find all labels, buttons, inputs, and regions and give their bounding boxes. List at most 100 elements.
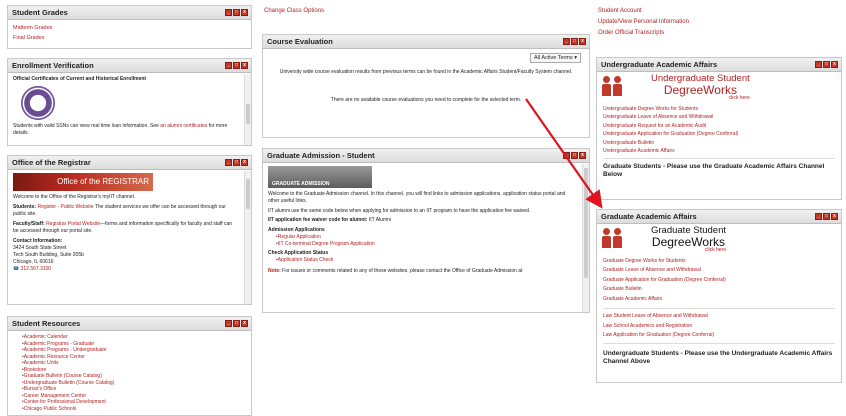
list-item[interactable]: Graduate Application for Graduation (Deg… — [603, 276, 835, 286]
status-heading: Check Application Status — [268, 250, 329, 256]
change-class-options-link[interactable]: Change Class Options — [264, 8, 324, 14]
channel-title: Graduate Academic Affairs — [601, 212, 697, 221]
channel-header: Graduate Admission - Student _ □ x — [263, 149, 589, 163]
list-item[interactable]: Law Student Leave of Absence and Withdra… — [603, 312, 835, 322]
list-item[interactable]: Graduate Academic Affairs — [603, 295, 835, 305]
channel-title: Undergraduate Academic Affairs — [601, 60, 718, 69]
scrollbar[interactable] — [244, 74, 251, 145]
channel-controls: _ □ x — [563, 38, 586, 45]
application-status-link[interactable]: Application Status Check — [276, 257, 575, 264]
minimize-icon[interactable]: _ — [225, 62, 232, 69]
channel-title: Enrollment Verification — [12, 61, 94, 70]
channel-title: Student Resources — [12, 319, 81, 328]
close-icon[interactable]: x — [241, 62, 248, 69]
maximize-icon[interactable]: □ — [233, 320, 240, 327]
students-icon — [601, 228, 625, 250]
registrar-channel: Office of the Registrar _ □ x Office of th… — [7, 155, 252, 305]
grad-admission-welcome: Welcome to the Graduate Admission channe… — [268, 191, 566, 204]
close-icon[interactable]: x — [241, 159, 248, 166]
personal-information-link[interactable]: Update/View Personal Information — [598, 17, 689, 28]
student-account-link[interactable]: Student Account — [598, 6, 689, 17]
minimize-icon[interactable]: _ — [225, 159, 232, 166]
graduate-admission-channel: Graduate Admission - Student _ □ x GRADUAT… — [262, 148, 590, 313]
maximize-icon[interactable]: □ — [233, 9, 240, 16]
maximize-icon[interactable]: □ — [823, 61, 830, 68]
resources-list: Academic Calendar Academic Programs - Gr… — [22, 334, 246, 412]
channel-header: Undergraduate Academic Affairs _ □ x — [597, 58, 841, 72]
list-item[interactable]: Graduate Degree Works for Students — [603, 257, 835, 267]
final-grades-link[interactable]: Final Grades — [13, 33, 246, 43]
graduate-admission-banner: GRADUATE ADMISSION — [268, 166, 372, 188]
applications-list: Regular Application IIT Co-terminal Degr… — [268, 234, 575, 247]
registrar-welcome: Welcome to the Office of the Registrar's… — [13, 194, 136, 200]
degreeworks-banner[interactable]: Undergraduate Student DegreeWorks click … — [597, 72, 841, 103]
undergraduate-academic-affairs-channel: Undergraduate Academic Affairs _ □ x Under… — [596, 57, 842, 200]
address-line: 3424 South State Street — [13, 245, 67, 251]
minimize-icon[interactable]: _ — [563, 152, 570, 159]
minimize-icon[interactable]: _ — [225, 320, 232, 327]
close-icon[interactable]: x — [241, 9, 248, 16]
address-line: Tech South Building, Suite 205b — [13, 252, 84, 258]
term-filter-select[interactable]: All Active Terms ▾ — [529, 53, 581, 63]
channel-title: Graduate Admission - Student — [267, 151, 375, 160]
channel-header: Graduate Academic Affairs _ □ x — [597, 210, 841, 224]
graduate-academic-affairs-channel: Graduate Academic Affairs _ □ x Graduate S… — [596, 209, 842, 383]
close-icon[interactable]: x — [831, 61, 838, 68]
list-item[interactable]: Undergraduate Academic Affairs — [603, 147, 835, 156]
list-item[interactable]: Law Application for Graduation (Degree C… — [603, 331, 835, 341]
list-item[interactable]: Graduate Bulletin — [603, 285, 835, 295]
list-item[interactable]: Undergraduate Application for Graduation… — [603, 130, 835, 139]
student-grades-channel: Student Grades _ □ x Midterm Grades Final … — [7, 5, 252, 49]
maximize-icon[interactable]: □ — [571, 38, 578, 45]
channel-controls: _ □ x — [225, 159, 248, 166]
list-item[interactable]: Law School Academics and Registration — [603, 322, 835, 332]
maximize-icon[interactable]: □ — [233, 159, 240, 166]
minimize-icon[interactable]: _ — [563, 38, 570, 45]
course-eval-intro: University wide course evaluation result… — [279, 69, 573, 75]
minimize-icon[interactable]: _ — [815, 61, 822, 68]
scrollbar[interactable] — [582, 164, 589, 312]
list-item[interactable]: Graduate Leave of Absence and Withdrawal — [603, 266, 835, 276]
channel-title: Office of the Registrar — [12, 158, 91, 167]
course-eval-empty-message: There are no available course evaluation… — [330, 97, 522, 103]
list-item[interactable]: Undergraduate Request for an Academic Au… — [603, 122, 835, 131]
minimize-icon[interactable]: _ — [225, 9, 232, 16]
register-public-website-link[interactable]: Register · Public Website — [37, 204, 93, 210]
maximize-icon[interactable]: □ — [571, 152, 578, 159]
order-transcripts-link[interactable]: Order Official Transcripts — [598, 28, 689, 39]
list-item[interactable]: IIT Co-terminal Degree Program Applicati… — [276, 241, 575, 248]
close-icon[interactable]: x — [579, 38, 586, 45]
applications-heading: Admission Applications — [268, 227, 325, 233]
maximize-icon[interactable]: □ — [233, 62, 240, 69]
alumni-certificates-link[interactable]: an alumni certificates — [160, 123, 207, 129]
course-evaluation-channel: Course Evaluation _ □ x All Active Terms ▾… — [262, 34, 590, 138]
close-icon[interactable]: x — [241, 320, 248, 327]
list-item[interactable]: Undergraduate Leave of Absence and Withd… — [603, 113, 835, 122]
student-resources-channel: Student Resources _□x Academic Calendar … — [7, 316, 252, 416]
status-list: Application Status Check — [268, 257, 575, 264]
degreeworks-banner[interactable]: Graduate Student DegreeWorks click here — [597, 224, 841, 255]
close-icon[interactable]: x — [831, 213, 838, 220]
channel-header: Course Evaluation _ □ x — [263, 35, 589, 49]
enrollment-note: Students with valid SSNs can view real t… — [13, 123, 228, 136]
minimize-icon[interactable]: _ — [815, 213, 822, 220]
top-right-links: Student Account Update/View Personal Inf… — [598, 6, 689, 39]
list-item[interactable]: Chicago Public Schools — [22, 406, 246, 413]
channel-title: Student Grades — [12, 8, 68, 17]
maximize-icon[interactable]: □ — [823, 213, 830, 220]
registrar-portal-link[interactable]: Registrar Portal Website — [46, 221, 100, 227]
close-icon[interactable]: x — [579, 152, 586, 159]
channel-controls: _ □ x — [225, 9, 248, 16]
clearinghouse-seal-icon — [21, 86, 55, 120]
channel-header: Enrollment Verification _ □ x — [8, 59, 251, 73]
list-item[interactable]: Undergraduate Bulletin — [603, 139, 835, 148]
dw-line2: DegreeWorks — [663, 82, 737, 97]
scrollbar[interactable] — [244, 171, 251, 304]
enrollment-heading: Official Certificates of Current and His… — [13, 76, 147, 82]
list-item[interactable]: Undergraduate Degree Works for Students — [603, 105, 835, 114]
students-icon — [601, 76, 625, 98]
dw-line2: DegreeWorks — [651, 234, 726, 249]
address-line: Chicago, IL 60616 — [13, 259, 54, 265]
midterm-grades-link[interactable]: Midterm Grades — [13, 23, 246, 33]
channel-controls: _ □ x — [225, 320, 248, 327]
